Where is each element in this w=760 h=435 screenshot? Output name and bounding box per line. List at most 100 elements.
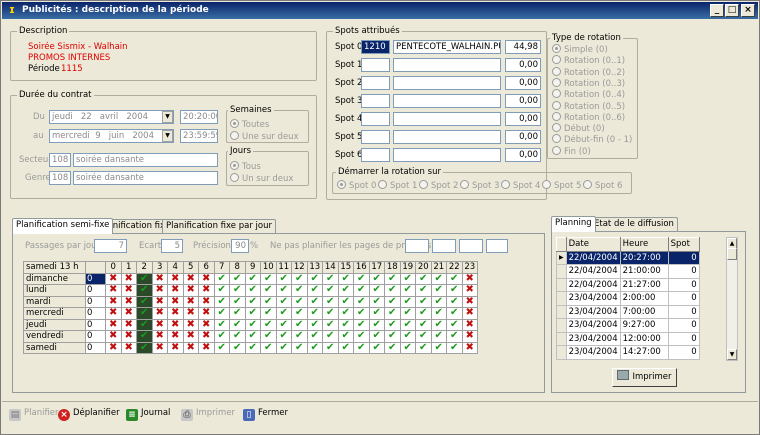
check-icon[interactable]: ✔ (213, 295, 230, 308)
check-icon[interactable]: ✔ (430, 272, 447, 285)
cross-icon[interactable]: ✖ (120, 307, 137, 320)
spot-value-field[interactable]: 0,00 (505, 148, 541, 162)
check-icon[interactable]: ✔ (399, 330, 416, 343)
check-icon[interactable]: ✔ (337, 330, 354, 343)
cross-icon[interactable]: ✖ (105, 272, 122, 285)
check-icon[interactable]: ✔ (322, 295, 339, 308)
du-date-picker[interactable]: jeudi 22 avril 2004 (49, 110, 174, 124)
check-icon[interactable]: ✔ (446, 341, 463, 354)
journal-button[interactable]: ≡ Journal (126, 406, 170, 421)
rotation-type-radio[interactable]: Rotation (0..3) (552, 77, 625, 90)
cross-icon[interactable]: ✖ (120, 318, 137, 331)
check-icon[interactable]: ✔ (368, 295, 385, 308)
cross-icon[interactable]: ✖ (182, 272, 199, 285)
cross-icon[interactable]: ✖ (151, 341, 168, 354)
check-icon[interactable]: ✔ (446, 272, 463, 285)
check-icon[interactable]: ✔ (275, 284, 292, 297)
check-icon[interactable]: ✔ (229, 307, 246, 320)
du-dropdown-icon[interactable]: ▼ (162, 111, 173, 123)
check-icon[interactable]: ✔ (291, 307, 308, 320)
deplanifier-button[interactable]: × Déplanifier (58, 406, 120, 421)
day-count[interactable]: 0 (85, 295, 106, 308)
cross-icon[interactable]: ✖ (167, 284, 184, 297)
au-dropdown-icon[interactable]: ▼ (162, 130, 173, 142)
secteur-code-field[interactable]: 108 (49, 153, 71, 167)
check-icon[interactable]: ✔ (384, 330, 401, 343)
table-row[interactable]: 23/04/2004 14:27:00 0 (556, 345, 700, 360)
ecart-field[interactable]: 5 (161, 239, 183, 253)
spot-name-field[interactable] (393, 76, 501, 90)
check-icon[interactable]: ✔ (384, 341, 401, 354)
start-spot-radio[interactable]: Spot 4 (501, 180, 540, 192)
au-date-picker[interactable]: mercredi 9 juin 2004 (49, 129, 174, 143)
check-icon[interactable]: ✔ (322, 272, 339, 285)
rotation-type-radio[interactable]: Fin (0) (552, 145, 591, 158)
planning-column-header[interactable]: Heure (619, 237, 669, 252)
check-icon[interactable]: ✔ (213, 272, 230, 285)
cross-icon[interactable]: ✖ (461, 307, 478, 320)
check-icon[interactable]: ✔ (415, 341, 432, 354)
check-icon[interactable]: ✔ (430, 307, 447, 320)
jours-alt-radio[interactable]: Un sur deux (230, 173, 293, 185)
check-icon[interactable]: ✔ (399, 341, 416, 354)
cross-icon[interactable]: ✖ (198, 307, 215, 320)
check-icon[interactable]: ✔ (415, 330, 432, 343)
spot-name-field[interactable] (393, 112, 501, 126)
check-icon[interactable]: ✔ (291, 284, 308, 297)
cross-icon[interactable]: ✖ (182, 330, 199, 343)
cross-icon[interactable]: ✖ (461, 295, 478, 308)
check-icon[interactable]: ✔ (306, 318, 323, 331)
check-icon[interactable]: ✔ (291, 330, 308, 343)
genre-name-field[interactable]: soirée dansante (73, 171, 218, 185)
spot-code-field[interactable] (361, 76, 390, 90)
check-icon[interactable]: ✔ (430, 330, 447, 343)
maximize-button[interactable]: □ (725, 4, 739, 17)
check-icon[interactable]: ✔ (291, 318, 308, 331)
day-count[interactable]: 0 (85, 284, 106, 297)
rotation-type-radio[interactable]: Début (0) (552, 123, 605, 135)
check-icon[interactable]: ✔ (430, 295, 447, 308)
cross-icon[interactable]: ✖ (151, 284, 168, 297)
check-icon[interactable]: ✔ (446, 318, 463, 331)
scroll-down-icon[interactable]: ▼ (727, 349, 737, 360)
check-icon[interactable]: ✔ (446, 307, 463, 320)
cross-icon[interactable]: ✖ (461, 272, 478, 285)
check-icon[interactable]: ✔ (446, 330, 463, 343)
cross-icon[interactable]: ✖ (198, 318, 215, 331)
check-icon[interactable]: ✔ (275, 272, 292, 285)
check-icon[interactable]: ✔ (244, 284, 261, 297)
spot-value-field[interactable]: 0,00 (505, 76, 541, 90)
check-icon[interactable]: ✔ (446, 295, 463, 308)
check-icon[interactable]: ✔ (368, 330, 385, 343)
spot-code-field[interactable]: 1210 (361, 40, 390, 54)
check-icon[interactable]: ✔ (275, 330, 292, 343)
rotation-type-radio[interactable]: Rotation (0..1) (552, 55, 625, 67)
spot-name-field[interactable] (393, 148, 501, 162)
du-time-field[interactable]: 20:20:00 (180, 110, 218, 124)
cross-icon[interactable]: ✖ (167, 318, 184, 331)
fermer-button[interactable]: ▯ Fermer (243, 406, 288, 421)
tab-planning[interactable]: Planning (551, 216, 596, 232)
check-icon[interactable]: ✔ (430, 341, 447, 354)
check-icon[interactable]: ✔ (213, 284, 230, 297)
precision-field[interactable]: 90 (231, 239, 249, 253)
rotation-type-radio[interactable]: Rotation (0..4) (552, 89, 625, 101)
rotation-type-radio[interactable]: Simple (0) (552, 44, 608, 56)
check-icon[interactable]: ✔ (229, 318, 246, 331)
spot-value-field[interactable]: 0,00 (505, 58, 541, 72)
cross-icon[interactable]: ✖ (120, 272, 137, 285)
check-icon[interactable]: ✔ (260, 284, 277, 297)
cross-icon[interactable]: ✖ (120, 295, 137, 308)
check-icon[interactable]: ✔ (260, 330, 277, 343)
spot-code-field[interactable] (361, 94, 390, 108)
spot-value-field[interactable]: 0,00 (505, 130, 541, 144)
check-icon[interactable]: ✔ (337, 284, 354, 297)
check-icon[interactable]: ✔ (353, 284, 370, 297)
check-icon[interactable]: ✔ (306, 272, 323, 285)
rotation-type-radio[interactable]: Rotation (0..6) (552, 111, 625, 124)
check-icon[interactable]: ✔ (384, 284, 401, 297)
rotation-type-radio[interactable]: Rotation (0..5) (552, 100, 625, 113)
check-icon[interactable]: ✔ (275, 341, 292, 354)
check-icon[interactable]: ✔ (213, 341, 230, 354)
check-icon[interactable]: ✔ (337, 307, 354, 320)
